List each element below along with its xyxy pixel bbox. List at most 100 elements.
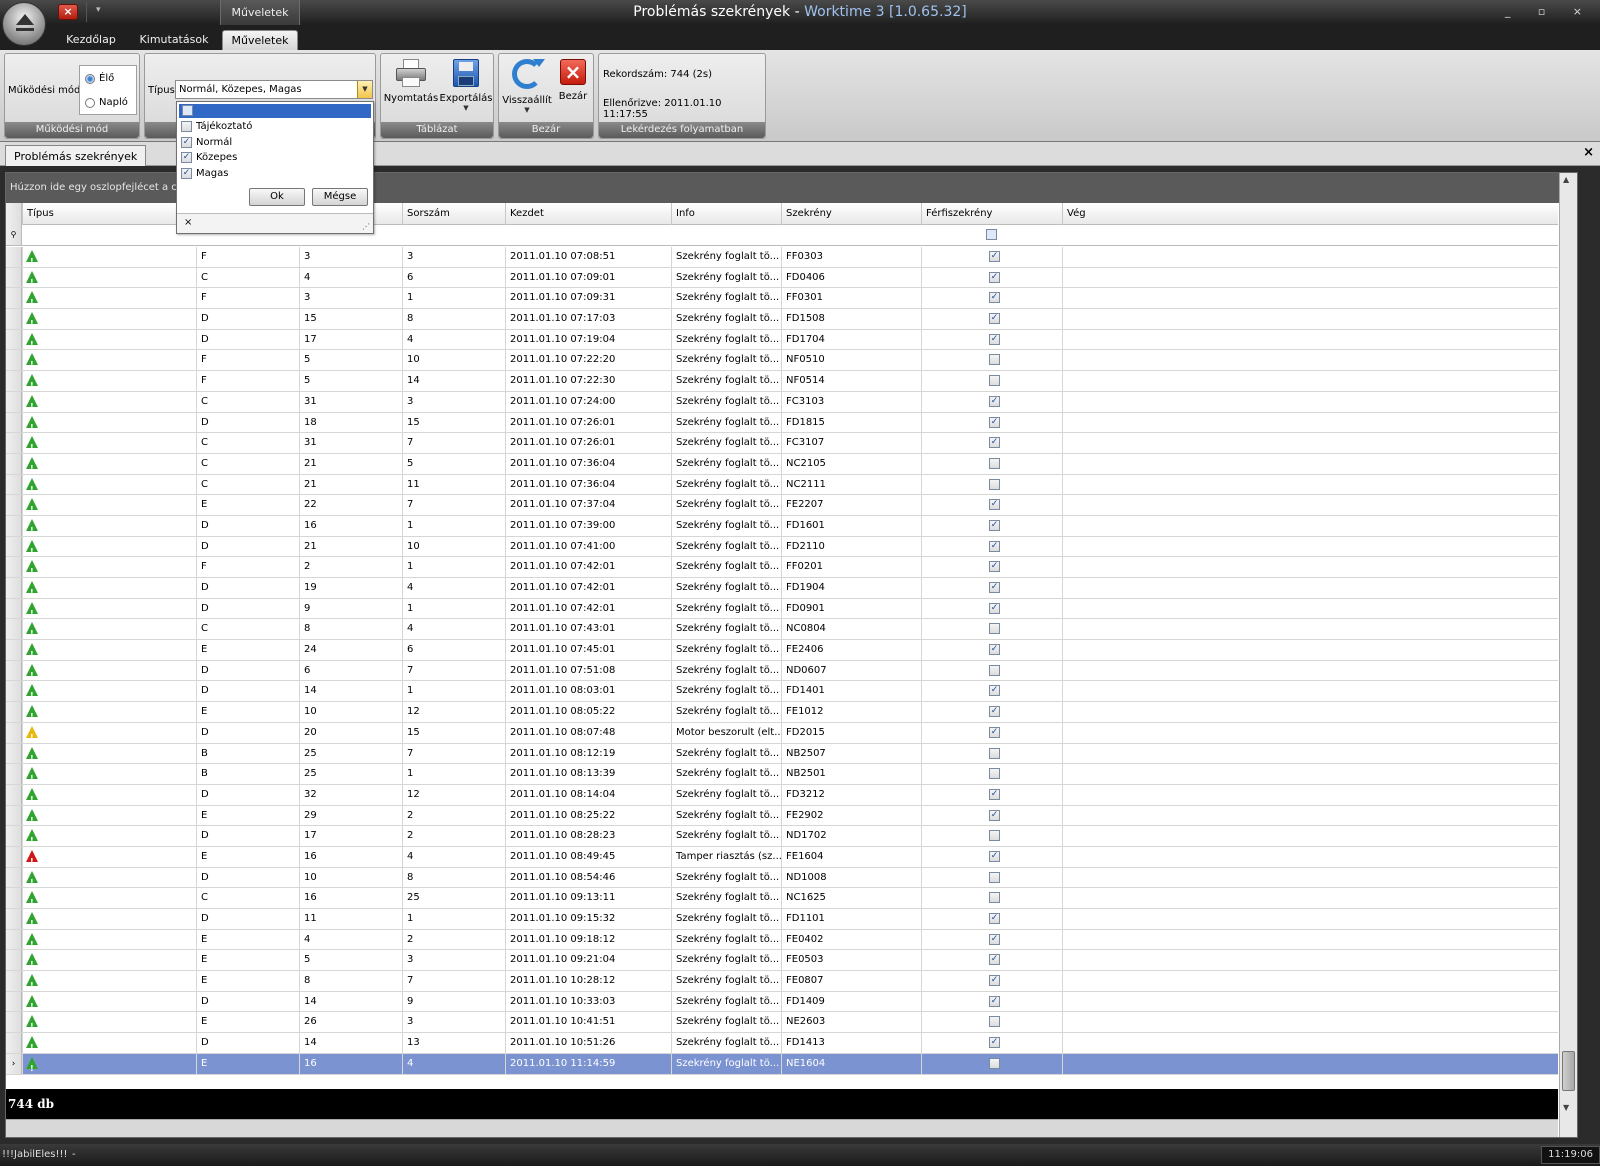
filter-ferfiszekreny-checkbox[interactable] — [986, 229, 997, 240]
table-row[interactable]: D1492011.01.10 10:33:03Szekrény foglalt … — [6, 991, 1558, 1013]
row-indicator[interactable] — [6, 515, 22, 536]
row-indicator[interactable] — [6, 805, 22, 826]
popup-close-icon[interactable]: × — [184, 217, 192, 228]
table-row[interactable]: C21112011.01.10 07:36:04Szekrény foglalt… — [6, 474, 1558, 496]
row-indicator[interactable] — [6, 1012, 22, 1033]
row-indicator[interactable] — [6, 598, 22, 619]
table-row[interactable]: E1642011.01.10 08:49:45Tamper riasztás (… — [6, 846, 1558, 868]
type-option[interactable]: Tájékoztató — [181, 120, 252, 134]
table-row[interactable]: E872011.01.10 10:28:12Szekrény foglalt t… — [6, 971, 1558, 992]
row-indicator[interactable] — [6, 536, 22, 557]
column-header[interactable]: Szekrény — [781, 203, 921, 225]
table-row[interactable]: D912011.01.10 07:42:01Szekrény foglalt t… — [6, 598, 1558, 620]
restore-dropdown-icon[interactable]: ▼ — [501, 106, 553, 114]
type-option[interactable]: ✓ Közepes — [181, 151, 237, 165]
ferfiszekreny-checkbox[interactable]: ✓ — [989, 995, 1000, 1007]
table-row[interactable]: D1612011.01.10 07:39:00Szekrény foglalt … — [6, 515, 1558, 537]
ferfiszekreny-checkbox[interactable]: ✓ — [989, 561, 1000, 573]
table-row[interactable]: D1722011.01.10 08:28:23Szekrény foglalt … — [6, 826, 1558, 847]
ferfiszekreny-checkbox[interactable] — [989, 830, 1000, 842]
scroll-down-icon[interactable]: ▼ — [1563, 1103, 1569, 1112]
table-row[interactable]: E2272011.01.10 07:37:04Szekrény foglalt … — [6, 495, 1558, 516]
row-indicator[interactable] — [6, 950, 22, 971]
row-indicator[interactable] — [6, 660, 22, 681]
table-row[interactable]: D18152011.01.10 07:26:01Szekrény foglalt… — [6, 412, 1558, 434]
ferfiszekreny-checkbox[interactable] — [989, 768, 1000, 780]
table-row[interactable]: D1412011.01.10 08:03:01Szekrény foglalt … — [6, 681, 1558, 703]
ferfiszekreny-checkbox[interactable] — [989, 478, 1000, 490]
ferfiszekreny-checkbox[interactable]: ✓ — [989, 416, 1000, 428]
ferfiszekreny-checkbox[interactable]: ✓ — [989, 788, 1000, 800]
row-indicator[interactable] — [6, 867, 22, 888]
column-header[interactable]: Sorszám — [402, 203, 505, 225]
row-indicator[interactable] — [6, 247, 22, 267]
application-menu-orb-icon[interactable] — [2, 2, 46, 46]
table-row[interactable]: D14132011.01.10 10:51:26Szekrény foglalt… — [6, 1033, 1558, 1054]
table-row[interactable]: F5142011.01.10 07:22:30Szekrény foglalt … — [6, 371, 1558, 392]
column-header[interactable]: Kezdet — [505, 203, 671, 225]
row-indicator[interactable] — [6, 764, 22, 784]
table-row[interactable]: D1582011.01.10 07:17:03Szekrény foglalt … — [6, 309, 1558, 330]
export-button[interactable]: Exportálás ▼ — [439, 59, 493, 112]
row-indicator[interactable] — [6, 702, 22, 722]
row-indicator[interactable] — [6, 495, 22, 515]
table-row[interactable]: F312011.01.10 07:09:31Szekrény foglalt t… — [6, 288, 1558, 310]
ferfiszekreny-checkbox[interactable]: ✓ — [989, 313, 1000, 325]
ferfiszekreny-checkbox[interactable]: ✓ — [989, 644, 1000, 656]
table-row[interactable]: F212011.01.10 07:42:01Szekrény foglalt t… — [6, 557, 1558, 578]
window-controls[interactable]: _ ▫ × — [1505, 5, 1594, 18]
type-option-checkbox[interactable]: ✓ — [181, 167, 192, 179]
table-row[interactable]: F5102011.01.10 07:22:20Szekrény foglalt … — [6, 350, 1558, 372]
row-indicator[interactable] — [6, 971, 22, 991]
table-row[interactable]: C842011.01.10 07:43:01Szekrény foglalt t… — [6, 619, 1558, 641]
row-indicator[interactable] — [6, 888, 22, 908]
table-row[interactable]: D21102011.01.10 07:41:00Szekrény foglalt… — [6, 536, 1558, 558]
type-option[interactable]: ✓ Magas — [181, 167, 228, 181]
table-row[interactable]: C2152011.01.10 07:36:04Szekrény foglalt … — [6, 453, 1558, 475]
row-indicator[interactable] — [6, 267, 22, 288]
scroll-up-icon[interactable]: ▲ — [1563, 175, 1569, 184]
cancel-button[interactable]: Mégse — [312, 188, 368, 206]
table-row[interactable]: C3132011.01.10 07:24:00Szekrény foglalt … — [6, 391, 1558, 413]
ferfiszekreny-checkbox[interactable]: ✓ — [989, 519, 1000, 531]
select-all-checkbox[interactable] — [182, 105, 193, 116]
restore-button[interactable]: Visszaállít ▼ — [501, 59, 553, 114]
ferfiszekreny-checkbox[interactable] — [989, 623, 1000, 635]
row-indicator[interactable] — [6, 722, 22, 743]
ferfiszekreny-checkbox[interactable]: ✓ — [989, 809, 1000, 821]
ferfiszekreny-checkbox[interactable] — [989, 354, 1000, 366]
ferfiszekreny-checkbox[interactable]: ✓ — [989, 602, 1000, 614]
ferfiszekreny-checkbox[interactable]: ✓ — [989, 850, 1000, 862]
type-option-checkbox[interactable] — [181, 121, 192, 132]
table-row[interactable]: E2922011.01.10 08:25:22Szekrény foglalt … — [6, 805, 1558, 827]
table-row[interactable]: C462011.01.10 07:09:01Szekrény foglalt t… — [6, 267, 1558, 289]
horizontal-scrollbar[interactable] — [6, 1119, 1558, 1137]
row-indicator[interactable] — [6, 929, 22, 950]
type-option-checkbox[interactable]: ✓ — [181, 136, 192, 148]
row-indicator[interactable] — [6, 329, 22, 350]
ferfiszekreny-checkbox[interactable]: ✓ — [989, 540, 1000, 552]
ferfiszekreny-checkbox[interactable] — [989, 871, 1000, 883]
ferfiszekreny-checkbox[interactable]: ✓ — [989, 333, 1000, 345]
row-indicator[interactable] — [6, 433, 22, 453]
filter-icon[interactable]: ⚲ — [6, 225, 22, 245]
table-row[interactable]: E422011.01.10 09:18:12Szekrény foglalt t… — [6, 929, 1558, 951]
tab-kimutatasok[interactable]: Kimutatások — [138, 30, 210, 50]
row-indicator[interactable] — [6, 909, 22, 929]
row-indicator[interactable] — [6, 640, 22, 660]
row-indicator[interactable] — [6, 412, 22, 433]
column-header[interactable]: Férfiszekrény — [921, 203, 1062, 225]
doc-tab-problemas[interactable]: Problémás szekrények — [5, 145, 147, 166]
quick-access-close-icon[interactable]: × — [58, 4, 78, 20]
select-all-row[interactable] — [179, 104, 371, 118]
radio-elo-label[interactable]: Élő — [99, 73, 114, 84]
table-row[interactable]: D32122011.01.10 08:14:04Szekrény foglalt… — [6, 784, 1558, 806]
table-row[interactable]: B2512011.01.10 08:13:39Szekrény foglalt … — [6, 764, 1558, 785]
type-option[interactable]: ✓ Normál — [181, 136, 232, 150]
ferfiszekreny-checkbox[interactable]: ✓ — [989, 975, 1000, 987]
row-indicator[interactable] — [6, 846, 22, 867]
radio-naplo-label[interactable]: Napló — [99, 97, 128, 108]
table-row[interactable]: E2632011.01.10 10:41:51Szekrény foglalt … — [6, 1012, 1558, 1034]
ferfiszekreny-checkbox[interactable]: ✓ — [989, 251, 1000, 262]
row-indicator[interactable] — [6, 743, 22, 764]
